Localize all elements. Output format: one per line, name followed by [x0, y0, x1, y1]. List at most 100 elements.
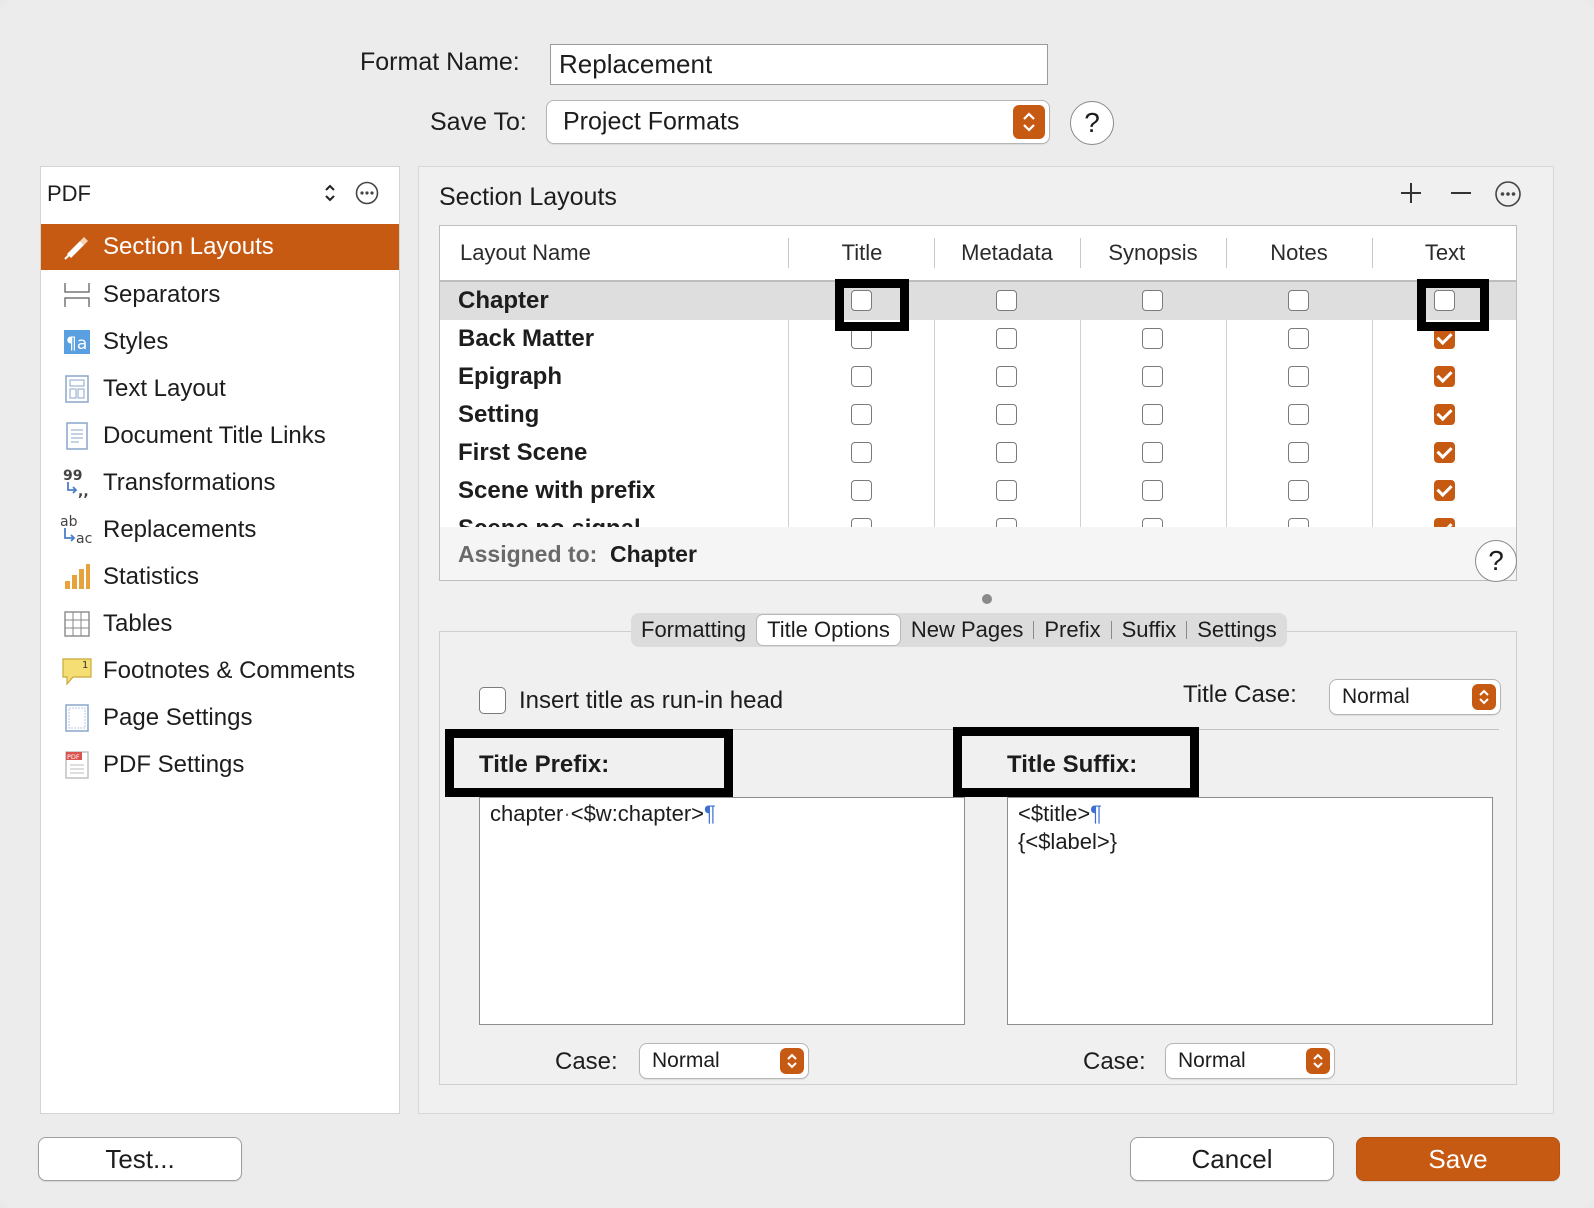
save-to-value: Project Formats: [563, 107, 740, 136]
tables-icon: [59, 606, 95, 642]
save-button[interactable]: Save: [1356, 1137, 1560, 1181]
sidebar-item-label: PDF Settings: [103, 751, 245, 778]
suffix-case-popup[interactable]: Normal: [1165, 1043, 1335, 1079]
metadata-checkbox[interactable]: [996, 442, 1017, 463]
split-view-handle[interactable]: [982, 594, 992, 604]
title-checkbox[interactable]: [851, 366, 872, 387]
sidebar-item-styles[interactable]: ¶a Styles: [41, 319, 393, 365]
layout-name: First Scene: [458, 439, 588, 466]
sidebar-item-transformations[interactable]: 99,, Transformations: [41, 460, 393, 506]
plus-icon[interactable]: [1399, 181, 1423, 210]
column-header-layout-name[interactable]: Layout Name: [440, 226, 788, 280]
title-suffix-textarea[interactable]: <$title>¶ {<$label>}: [1007, 797, 1493, 1025]
more-options-icon[interactable]: [1494, 180, 1522, 213]
text-checkbox[interactable]: [1434, 442, 1455, 463]
tab-new-pages[interactable]: New Pages: [901, 613, 1034, 647]
help-button[interactable]: ?: [1070, 101, 1114, 145]
sidebar-item-statistics[interactable]: Statistics: [41, 554, 393, 600]
table-row[interactable]: Epigraph: [440, 358, 1516, 396]
title-checkbox[interactable]: [851, 480, 872, 501]
sidebar-item-section-layouts[interactable]: Section Layouts: [41, 224, 399, 270]
sidebar-item-page-settings[interactable]: Page Settings: [41, 695, 393, 741]
synopsis-checkbox[interactable]: [1142, 290, 1163, 311]
column-header-synopsis[interactable]: Synopsis: [1080, 226, 1226, 280]
table-row[interactable]: Scene with prefix: [440, 472, 1516, 510]
sidebar-item-tables[interactable]: Tables: [41, 601, 393, 647]
sidebar-item-footnotes-comments[interactable]: 1 Footnotes & Comments: [41, 648, 393, 694]
title-prefix-textarea[interactable]: chapter·<$w:chapter>¶: [479, 797, 965, 1025]
title-checkbox[interactable]: [851, 404, 872, 425]
metadata-checkbox[interactable]: [996, 328, 1017, 349]
cancel-button[interactable]: Cancel: [1130, 1137, 1334, 1181]
pilcrow-mark: ¶: [704, 801, 716, 826]
table-row[interactable]: Chapter: [440, 282, 1516, 320]
layout-name: Scene with prefix: [458, 477, 656, 504]
column-header-metadata[interactable]: Metadata: [934, 226, 1080, 280]
help-button[interactable]: ?: [1475, 540, 1517, 582]
format-name-field[interactable]: Replacement: [550, 44, 1048, 85]
tab-suffix[interactable]: Suffix: [1112, 613, 1187, 647]
column-header-title[interactable]: Title: [790, 226, 934, 280]
metadata-checkbox[interactable]: [996, 366, 1017, 387]
column-header-notes[interactable]: Notes: [1226, 226, 1372, 280]
table-row[interactable]: First Scene: [440, 434, 1516, 472]
tab-prefix[interactable]: Prefix: [1034, 613, 1110, 647]
more-options-icon[interactable]: [355, 181, 379, 210]
notes-checkbox[interactable]: [1288, 480, 1309, 501]
sidebar-item-replacements[interactable]: ab ac Replacements: [41, 507, 393, 553]
sidebar-item-label: Styles: [103, 328, 169, 355]
sidebar-item-separators[interactable]: Separators: [41, 272, 393, 318]
text-checkbox[interactable]: [1434, 404, 1455, 425]
pilcrow-mark: ¶: [1090, 801, 1102, 826]
notes-checkbox[interactable]: [1288, 442, 1309, 463]
format-type-label: PDF: [47, 181, 91, 206]
title-prefix-tag: <$w:chapter>: [570, 801, 705, 826]
test-button[interactable]: Test...: [38, 1137, 242, 1181]
svg-text:99: 99: [63, 468, 82, 484]
sidebar-item-label: Document Title Links: [103, 422, 326, 449]
statistics-icon: [59, 559, 95, 595]
text-checkbox[interactable]: [1434, 366, 1455, 387]
prefix-case-popup[interactable]: Normal: [639, 1043, 809, 1079]
metadata-checkbox[interactable]: [996, 404, 1017, 425]
table-rows: Chapter Back Matter Epigraph Setting First S…: [440, 282, 1516, 528]
column-header-text[interactable]: Text: [1372, 226, 1516, 280]
sidebar-item-label: Statistics: [103, 563, 200, 590]
synopsis-checkbox[interactable]: [1142, 442, 1163, 463]
chevron-updown-icon: [780, 1048, 804, 1074]
table-row[interactable]: Setting: [440, 396, 1516, 434]
document-title-links-icon: [59, 418, 95, 454]
space-dot: ·: [563, 801, 571, 826]
title-suffix-line-2: {<$label>}: [1018, 829, 1118, 854]
metadata-checkbox[interactable]: [996, 290, 1017, 311]
sidebar-item-document-title-links[interactable]: Document Title Links: [41, 413, 393, 459]
metadata-checkbox[interactable]: [996, 480, 1017, 501]
title-checkbox[interactable]: [851, 328, 872, 349]
minus-icon[interactable]: [1449, 181, 1473, 210]
synopsis-checkbox[interactable]: [1142, 366, 1163, 387]
sidebar-item-pdf-settings[interactable]: PDF PDF Settings: [41, 742, 393, 788]
sidebar-item-text-layout[interactable]: Text Layout: [41, 366, 393, 412]
tab-formatting[interactable]: Formatting: [631, 613, 756, 647]
notes-checkbox[interactable]: [1288, 366, 1309, 387]
save-to-popup[interactable]: Project Formats: [546, 100, 1050, 144]
synopsis-checkbox[interactable]: [1142, 480, 1163, 501]
format-type-selector[interactable]: PDF: [41, 167, 361, 217]
title-case-popup[interactable]: Normal: [1329, 679, 1501, 715]
text-checkbox[interactable]: [1434, 480, 1455, 501]
assigned-to-bar: Assigned to: Chapter: [439, 527, 1517, 581]
title-checkbox[interactable]: [851, 442, 872, 463]
notes-checkbox[interactable]: [1288, 404, 1309, 425]
tab-settings[interactable]: Settings: [1187, 613, 1287, 647]
title-case-label: Title Case:: [1183, 681, 1297, 708]
synopsis-checkbox[interactable]: [1142, 328, 1163, 349]
separators-icon: [59, 277, 95, 313]
notes-checkbox[interactable]: [1288, 290, 1309, 311]
table-row[interactable]: Back Matter: [440, 320, 1516, 358]
synopsis-checkbox[interactable]: [1142, 404, 1163, 425]
text-checkbox[interactable]: [1434, 328, 1455, 349]
tab-title-options[interactable]: Title Options: [756, 614, 901, 646]
column-divider: [1226, 238, 1227, 268]
run-in-head-checkbox[interactable]: [479, 687, 506, 714]
notes-checkbox[interactable]: [1288, 328, 1309, 349]
